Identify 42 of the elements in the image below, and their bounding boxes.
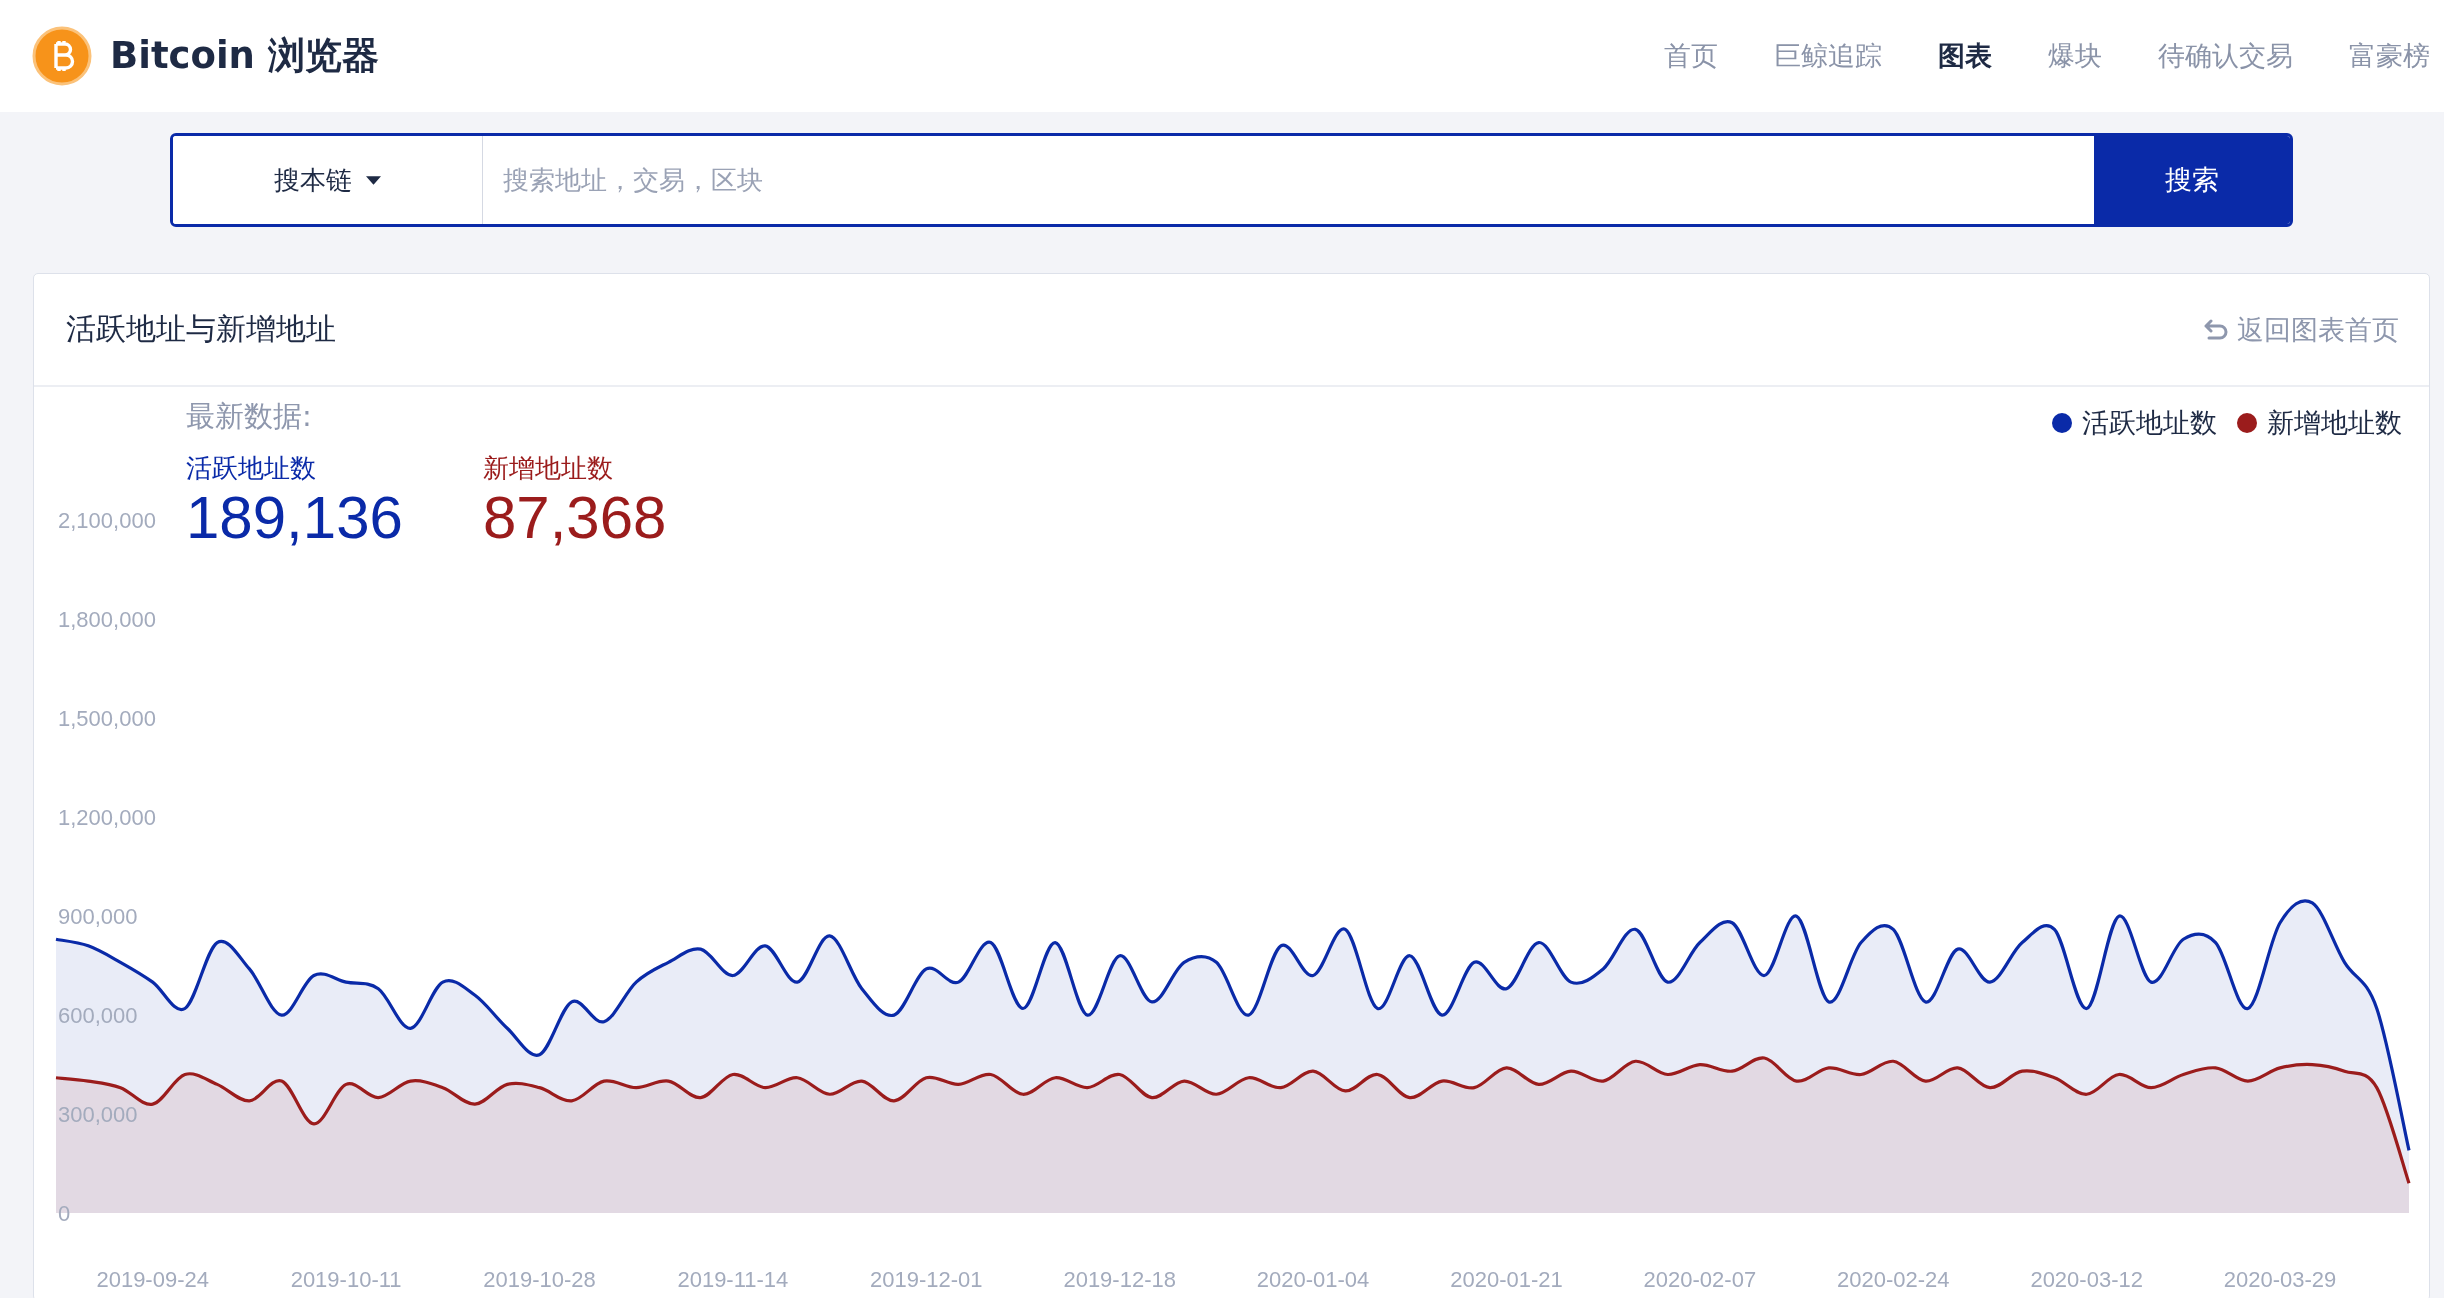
stat-value: 189,136 — [186, 486, 403, 549]
bitcoin-logo-icon — [32, 26, 92, 86]
scope-dropdown[interactable]: 搜本链 — [173, 136, 483, 224]
x-axis-label: 2019-09-24 — [96, 1267, 209, 1292]
nav-link[interactable]: 待确认交易 — [2158, 38, 2293, 74]
nav-link[interactable]: 图表 — [1938, 38, 1992, 74]
y-axis-label: 600,000 — [58, 1003, 138, 1029]
y-axis-label: 900,000 — [58, 904, 138, 930]
x-axis-label: 2019-10-11 — [290, 1267, 402, 1292]
back-link[interactable]: 返回图表首页 — [2203, 311, 2399, 348]
nav-link[interactable]: 爆块 — [2048, 38, 2102, 74]
x-axis-label: 2020-02-24 — [1837, 1267, 1950, 1292]
x-axis-label: 2020-02-07 — [1643, 1267, 1757, 1292]
search-button[interactable]: 搜索 — [2094, 136, 2290, 224]
stat-value: 87,368 — [482, 486, 667, 549]
x-axis-label: 2020-01-04 — [1256, 1267, 1370, 1292]
y-axis-label: 2,100,000 — [58, 508, 156, 534]
x-axis-label: 2019-11-14 — [677, 1267, 789, 1292]
caret-icon — [366, 175, 381, 185]
legend-label: 活跃地址数 — [2082, 406, 2217, 440]
y-axis-label: 0 — [58, 1201, 71, 1226]
search-box[interactable]: 搜本链 搜索地址，交易，区块 搜索 — [170, 133, 2293, 227]
x-axis-label: 2020-01-21 — [1450, 1267, 1563, 1292]
x-axis-label: 2019-12-18 — [1063, 1267, 1176, 1292]
legend-label: 新增地址数 — [2267, 406, 2402, 440]
x-axis-label: 2019-10-28 — [483, 1267, 596, 1292]
y-axis-label: 1,800,000 — [58, 607, 156, 633]
return-arrow-icon — [2203, 318, 2229, 341]
x-axis-label: 2020-03-29 — [2223, 1267, 2337, 1292]
stat-label: 新增地址数 — [482, 452, 614, 485]
y-axis-label: 1,500,000 — [58, 706, 156, 732]
site-title: Bitcoin 浏览器 — [110, 33, 379, 79]
x-axis-label: 2020-03-12 — [2030, 1267, 2143, 1292]
y-axis-label: 1,200,000 — [58, 805, 156, 831]
x-axis-label: 2019-12-01 — [870, 1267, 983, 1292]
stat-label: 活跃地址数 — [186, 452, 317, 485]
latest-data-heading: 最新数据: — [186, 398, 313, 435]
nav-link[interactable]: 富豪榜 — [2349, 38, 2430, 74]
nav-link[interactable]: 巨鲸追踪 — [1774, 38, 1882, 74]
y-axis-label: 300,000 — [58, 1102, 138, 1128]
nav-link[interactable]: 首页 — [1664, 38, 1718, 74]
card-title: 活跃地址与新增地址 — [66, 310, 336, 348]
